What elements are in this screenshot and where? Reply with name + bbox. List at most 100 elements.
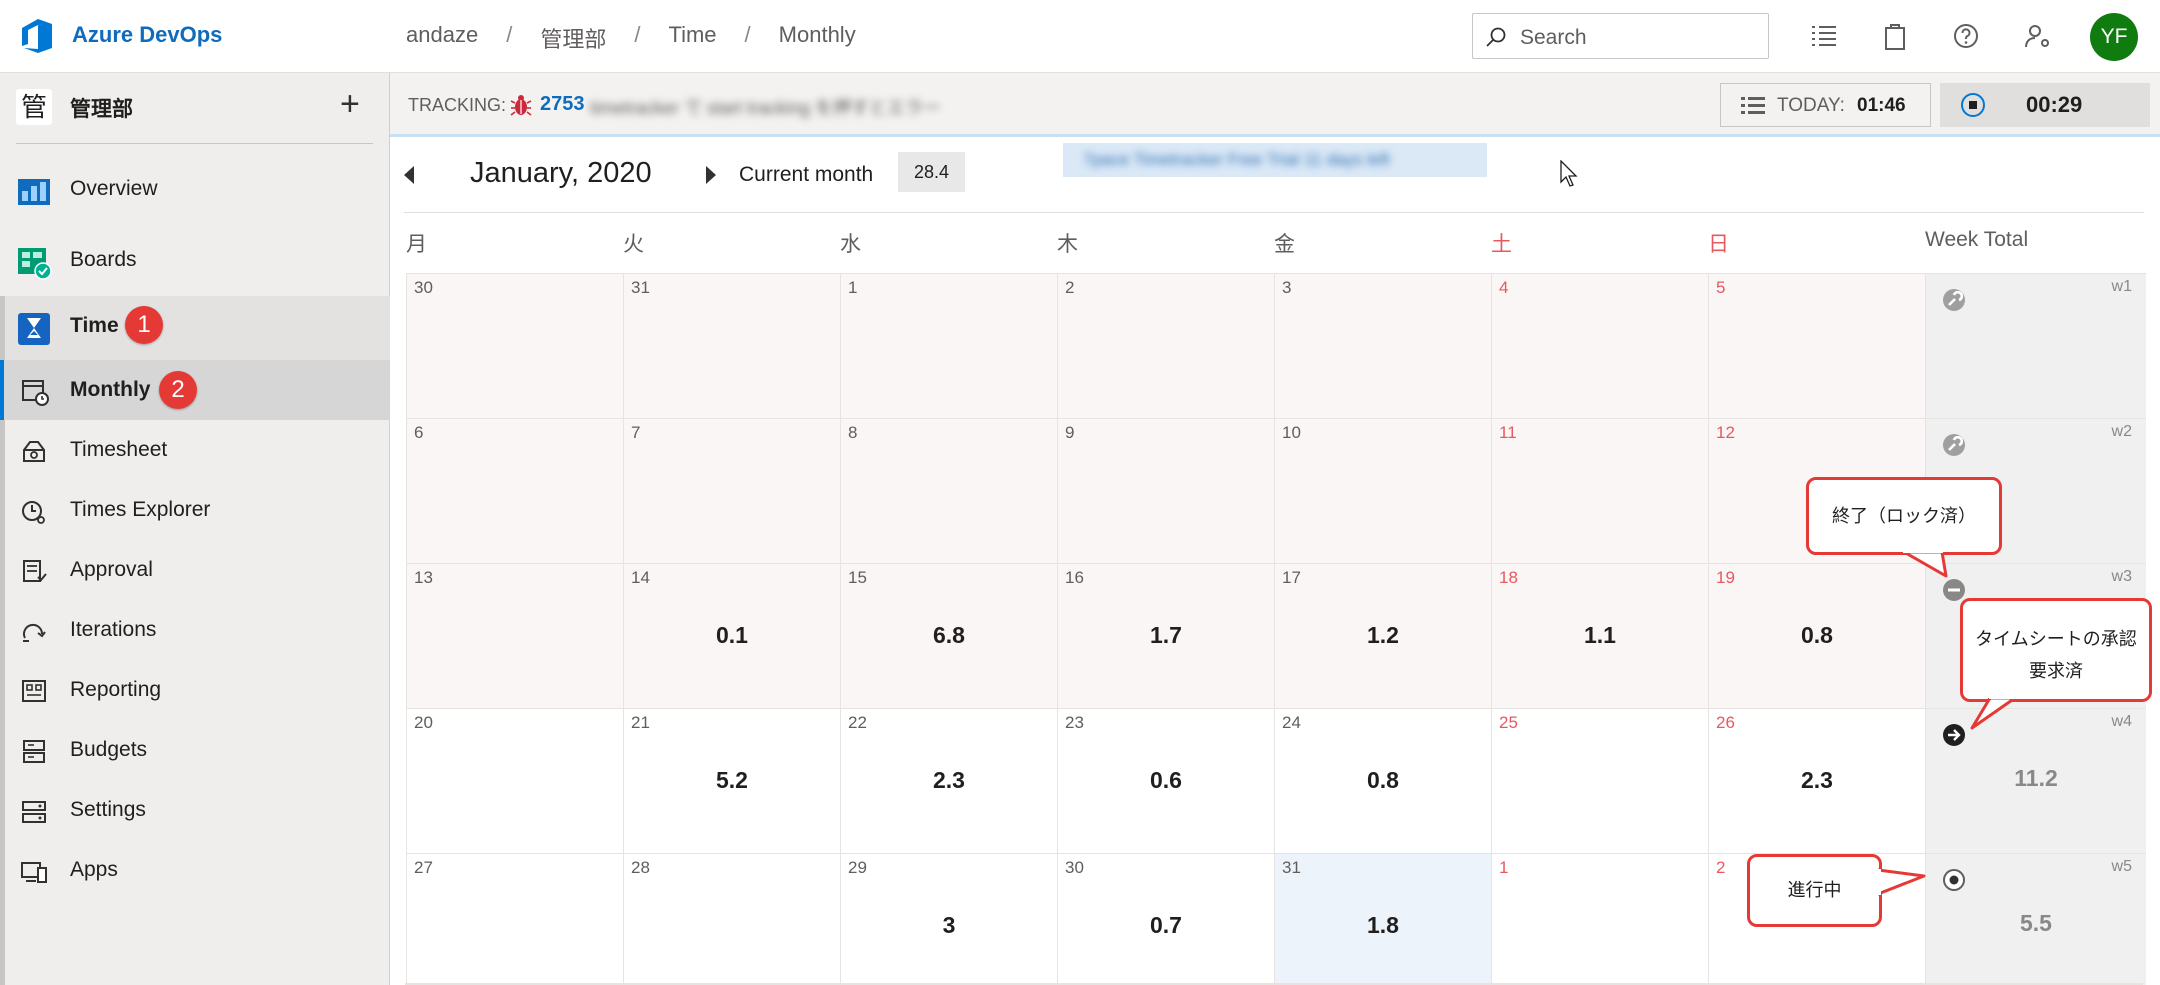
sidebar-item-times-explorer[interactable]: Times Explorer	[0, 480, 390, 540]
day-number: 9	[1065, 423, 1075, 442]
day-number: 1	[848, 278, 858, 297]
help-icon[interactable]	[1950, 20, 1982, 52]
sidebar-item-apps[interactable]: Apps	[0, 840, 390, 900]
calendar-day-cell[interactable]: 3	[1274, 273, 1491, 418]
calendar-day-cell[interactable]: 4	[1491, 273, 1708, 418]
day-number: 31	[631, 278, 650, 297]
calendar-day-cell[interactable]: 21 5.2	[623, 708, 840, 853]
submitted-status-icon[interactable]	[1942, 723, 1966, 747]
settings-icon	[22, 801, 46, 823]
calendar-day-cell[interactable]: 24 0.8	[1274, 708, 1491, 853]
locked-status-icon[interactable]	[1942, 433, 1966, 457]
calendar-day-cell[interactable]: 10	[1274, 418, 1491, 563]
tracking-item-title[interactable]: timetracker で start tracking を押すとエラー	[590, 94, 941, 120]
timer-value: 00:29	[2026, 92, 2083, 117]
previous-month-button[interactable]	[404, 166, 414, 184]
breadcrumb-org[interactable]: andaze	[406, 22, 478, 54]
project-name[interactable]: 管理部	[70, 93, 133, 123]
today-label: TODAY:	[1777, 95, 1845, 116]
calendar-day-cell[interactable]: 28	[623, 853, 840, 985]
sidebar-item-iterations[interactable]: Iterations	[0, 600, 390, 660]
stop-tracking-icon[interactable]	[1960, 92, 1986, 118]
calendar-day-cell[interactable]: 7	[623, 418, 840, 563]
breadcrumb-monthly[interactable]: Monthly	[779, 22, 856, 54]
calendar-day-cell[interactable]: 5	[1708, 273, 1925, 418]
sidebar-item-timesheet[interactable]: Timesheet	[0, 420, 390, 480]
calendar-day-cell[interactable]: 30 0.7	[1057, 853, 1274, 985]
azure-devops-logo-icon[interactable]	[20, 16, 54, 56]
calendar-day-cell[interactable]: 25	[1491, 708, 1708, 853]
calendar-day-cell[interactable]: 13	[406, 563, 623, 708]
calendar-day-cell[interactable]: 30	[406, 273, 623, 418]
calendar-day-cell[interactable]: 29 3	[840, 853, 1057, 985]
day-number: 18	[1499, 568, 1518, 587]
shopping-bag-icon[interactable]	[1879, 20, 1911, 52]
calendar-day-cell[interactable]: 31	[623, 273, 840, 418]
trial-banner[interactable]: 7pace Timetracker Free Trial 11 days lef…	[1063, 143, 1487, 177]
sidebar-item-budgets[interactable]: Budgets	[0, 720, 390, 780]
calendar-day-cell[interactable]: 31 1.8	[1274, 853, 1491, 985]
day-number: 2	[1716, 858, 1726, 877]
breadcrumb-time[interactable]: Time	[668, 22, 716, 54]
calendar-day-cell[interactable]: 1	[840, 273, 1057, 418]
calendar-day-cell[interactable]: 27	[406, 853, 623, 985]
calendar-day-cell[interactable]: 2	[1057, 273, 1274, 418]
calendar-day-cell[interactable]: 17 1.2	[1274, 563, 1491, 708]
calendar-day-cell[interactable]: 26 2.3	[1708, 708, 1925, 853]
day-hours: 0.6	[1150, 767, 1182, 793]
today-summary-button[interactable]: TODAY: 01:46	[1720, 83, 1931, 127]
calendar-day-cell[interactable]: 1	[1491, 853, 1708, 985]
weekday-header: 土	[1491, 233, 1512, 256]
calendar-day-cell[interactable]: 8	[840, 418, 1057, 563]
user-settings-icon[interactable]	[2022, 20, 2054, 52]
tracking-label: TRACKING:	[408, 95, 507, 115]
sidebar-item-monthly[interactable]: Monthly 2	[0, 360, 390, 420]
day-number: 29	[848, 858, 867, 877]
day-number: 3	[1282, 278, 1292, 297]
calendar-day-cell[interactable]: 11	[1491, 418, 1708, 563]
mouse-cursor-icon	[1560, 160, 1578, 187]
tracking-item-id[interactable]: 2753	[540, 93, 585, 116]
calendar-day-cell[interactable]: 23 0.6	[1057, 708, 1274, 853]
next-month-button[interactable]	[706, 166, 716, 184]
divider	[16, 143, 373, 144]
breadcrumb-separator: /	[744, 22, 751, 47]
in-progress-status-icon[interactable]	[1942, 868, 1966, 892]
sidebar-item-overview[interactable]: Overview	[0, 159, 390, 219]
top-bar: Azure DevOps andaze / 管理部 / Time / Month…	[0, 0, 2160, 73]
calendar-day-cell[interactable]: 19 0.8	[1708, 563, 1925, 708]
locked-status-icon[interactable]	[1942, 288, 1966, 312]
breadcrumb-project[interactable]: 管理部	[540, 22, 606, 54]
week-label: w5	[2111, 858, 2132, 875]
day-number: 2	[1065, 278, 1075, 297]
calendar-clock-icon	[22, 380, 49, 406]
approval-icon	[23, 560, 47, 582]
calendar-day-cell[interactable]: 20	[406, 708, 623, 853]
week-total-cell[interactable]: w1	[1925, 273, 2146, 418]
calendar-day-cell[interactable]: 16 1.7	[1057, 563, 1274, 708]
week-total-cell[interactable]: w4 11.2	[1925, 708, 2146, 853]
weekday-header: 水	[840, 233, 861, 256]
search-input[interactable]: Search	[1472, 13, 1769, 59]
calendar-day-cell[interactable]: 22 2.3	[840, 708, 1057, 853]
calendar-day-cell[interactable]: 9	[1057, 418, 1274, 563]
week-total-cell[interactable]: w5 5.5	[1925, 853, 2146, 985]
sidebar-item-time[interactable]: Time 1	[0, 296, 390, 360]
sidebar-item-approval[interactable]: Approval	[0, 540, 390, 600]
day-number: 20	[414, 713, 433, 732]
calendar-day-cell[interactable]: 18 1.1	[1491, 563, 1708, 708]
tracking-bar: TRACKING: 2753 timetracker で start track…	[390, 73, 2160, 137]
product-name[interactable]: Azure DevOps	[72, 22, 222, 48]
user-avatar[interactable]: YF	[2090, 13, 2138, 61]
sidebar-item-reporting[interactable]: Reporting	[0, 660, 390, 720]
current-month-button[interactable]: Current month	[739, 163, 873, 187]
sidebar-item-label: Reporting	[70, 678, 162, 701]
calendar-day-cell[interactable]: 15 6.8	[840, 563, 1057, 708]
task-list-icon[interactable]	[1808, 20, 1840, 52]
sidebar-item-settings[interactable]: Settings	[0, 780, 390, 840]
calendar-day-cell[interactable]: 14 0.1	[623, 563, 840, 708]
add-icon[interactable]: +	[340, 87, 360, 121]
sidebar-item-boards[interactable]: Boards	[0, 230, 390, 290]
hourglass-icon	[18, 313, 50, 345]
calendar-day-cell[interactable]: 6	[406, 418, 623, 563]
